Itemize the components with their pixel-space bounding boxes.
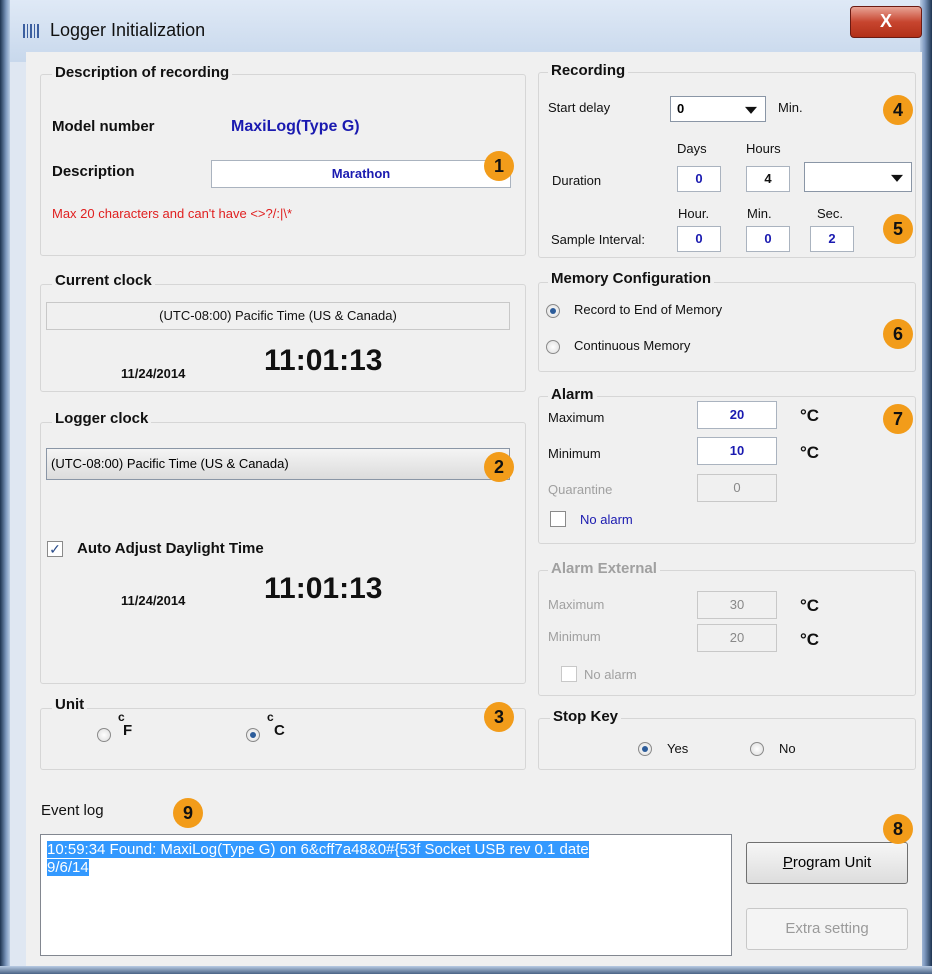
- description-input[interactable]: Marathon: [211, 160, 511, 188]
- start-delay-select[interactable]: 0: [670, 96, 766, 122]
- current-timezone-display: (UTC-08:00) Pacific Time (US & Canada): [46, 302, 510, 330]
- auto-adjust-label: Auto Adjust Daylight Time: [77, 540, 264, 557]
- unit-c-radio[interactable]: [246, 728, 260, 742]
- unit-c-label: C: [274, 722, 285, 739]
- sample-interval-label: Sample Interval:: [551, 232, 645, 247]
- logger-timezone-value: (UTC-08:00) Pacific Time (US & Canada): [51, 456, 289, 471]
- alarm-ext-min-label: Minimum: [548, 629, 601, 644]
- start-delay-label: Start delay: [548, 100, 611, 115]
- window-left-border: [0, 0, 10, 974]
- logger-clock-title: Logger clock: [52, 410, 152, 427]
- callout-badge-1: 1: [484, 151, 514, 181]
- unit-f-radio[interactable]: [97, 728, 111, 742]
- duration-days-input[interactable]: 0: [677, 166, 721, 192]
- callout-badge-4: 4: [883, 95, 913, 125]
- recording-title: Recording: [548, 62, 629, 79]
- memory-title: Memory Configuration: [548, 270, 714, 287]
- unit-c-degree: c: [267, 710, 274, 724]
- logger-date: 11/24/2014: [121, 593, 186, 608]
- close-button[interactable]: X: [850, 6, 922, 38]
- interval-min-label: Min.: [747, 206, 772, 221]
- description-group-title: Description of recording: [52, 64, 233, 81]
- stop-key-group: [538, 718, 916, 770]
- alarm-title: Alarm: [548, 386, 597, 403]
- duration-hours-input[interactable]: 4: [746, 166, 790, 192]
- description-label: Description: [52, 163, 135, 180]
- callout-badge-7: 7: [883, 404, 913, 434]
- memory-continuous-radio[interactable]: [546, 340, 560, 354]
- alarm-min-input[interactable]: 10: [697, 437, 777, 465]
- alarm-min-label: Minimum: [548, 446, 601, 461]
- program-unit-button[interactable]: Program Unit: [746, 842, 908, 884]
- auto-adjust-checkbox[interactable]: ✓: [47, 541, 63, 557]
- extra-setting-button: Extra setting: [746, 908, 908, 950]
- interval-sec-input[interactable]: 2: [810, 226, 854, 252]
- app-barcode-icon: [23, 24, 39, 38]
- callout-badge-8: 8: [883, 814, 913, 844]
- stop-key-yes-label: Yes: [667, 741, 689, 756]
- alarm-ext-min-input: 20: [697, 624, 777, 652]
- current-date: 11/24/2014: [121, 366, 186, 381]
- quarantine-label: Quarantine: [548, 482, 613, 497]
- alarm-max-unit: °C: [800, 406, 820, 425]
- program-unit-label: rogram Unit: [792, 854, 872, 871]
- stop-key-yes-radio[interactable]: [638, 742, 652, 756]
- chevron-down-icon: [891, 174, 903, 182]
- unit-group: [40, 708, 526, 770]
- alarm-external-title: Alarm External: [548, 560, 660, 577]
- program-unit-mnemonic: P: [782, 854, 793, 871]
- stop-key-no-label: No: [779, 741, 796, 756]
- unit-f-label: F: [123, 722, 133, 739]
- callout-badge-5: 5: [883, 214, 913, 244]
- memory-group: [538, 282, 916, 372]
- unit-title: Unit: [52, 696, 88, 713]
- no-alarm-checkbox[interactable]: [550, 511, 566, 527]
- duration-select[interactable]: [804, 162, 912, 192]
- start-delay-value: 0: [677, 101, 685, 116]
- memory-continuous-label: Continuous Memory: [574, 338, 691, 353]
- alarm-ext-min-unit: °C: [800, 630, 820, 649]
- alarm-max-label: Maximum: [548, 410, 605, 425]
- hours-label: Hours: [746, 141, 781, 156]
- duration-label: Duration: [552, 173, 602, 188]
- no-alarm-external-label: No alarm: [584, 667, 637, 682]
- start-delay-unit: Min.: [778, 100, 803, 115]
- days-label: Days: [677, 141, 707, 156]
- current-clock-title: Current clock: [52, 272, 155, 289]
- window-title: Logger Initialization: [50, 20, 206, 40]
- description-hint: Max 20 characters and can't have <>?/:|\…: [52, 206, 292, 221]
- chevron-down-icon: [745, 106, 757, 114]
- callout-badge-3: 3: [484, 702, 514, 732]
- alarm-min-unit: °C: [800, 443, 820, 462]
- model-number-value: MaxiLog(Type G): [231, 118, 360, 135]
- stop-key-title: Stop Key: [550, 708, 622, 725]
- logger-timezone-select[interactable]: (UTC-08:00) Pacific Time (US & Canada): [46, 448, 510, 480]
- callout-badge-6: 6: [883, 319, 913, 349]
- model-number-label: Model number: [52, 118, 155, 135]
- memory-end-radio[interactable]: [546, 304, 560, 318]
- interval-hour-input[interactable]: 0: [677, 226, 721, 252]
- memory-end-label: Record to End of Memory: [574, 302, 723, 317]
- callout-badge-2: 2: [484, 452, 514, 482]
- alarm-ext-max-unit: °C: [800, 596, 820, 615]
- event-log-box[interactable]: 10:59:34 Found: MaxiLog(Type G) on 6&cff…: [40, 834, 732, 956]
- quarantine-input: 0: [697, 474, 777, 502]
- interval-min-input[interactable]: 0: [746, 226, 790, 252]
- logger-time: 11:01:13: [264, 572, 383, 605]
- event-log-line: 9/6/14: [47, 859, 89, 876]
- window-bottom-border: [0, 966, 932, 974]
- interval-hour-label: Hour.: [678, 206, 710, 221]
- interval-sec-label: Sec.: [817, 206, 844, 221]
- stop-key-no-radio[interactable]: [750, 742, 764, 756]
- current-time: 11:01:13: [264, 344, 383, 377]
- event-log-line: 10:59:34 Found: MaxiLog(Type G) on 6&cff…: [47, 841, 589, 858]
- event-log-label: Event log: [41, 802, 104, 819]
- no-alarm-label: No alarm: [580, 512, 633, 527]
- alarm-max-input[interactable]: 20: [697, 401, 777, 429]
- callout-badge-9: 9: [173, 798, 203, 828]
- alarm-ext-max-input: 30: [697, 591, 777, 619]
- no-alarm-external-checkbox: [561, 666, 577, 682]
- alarm-ext-max-label: Maximum: [548, 597, 605, 612]
